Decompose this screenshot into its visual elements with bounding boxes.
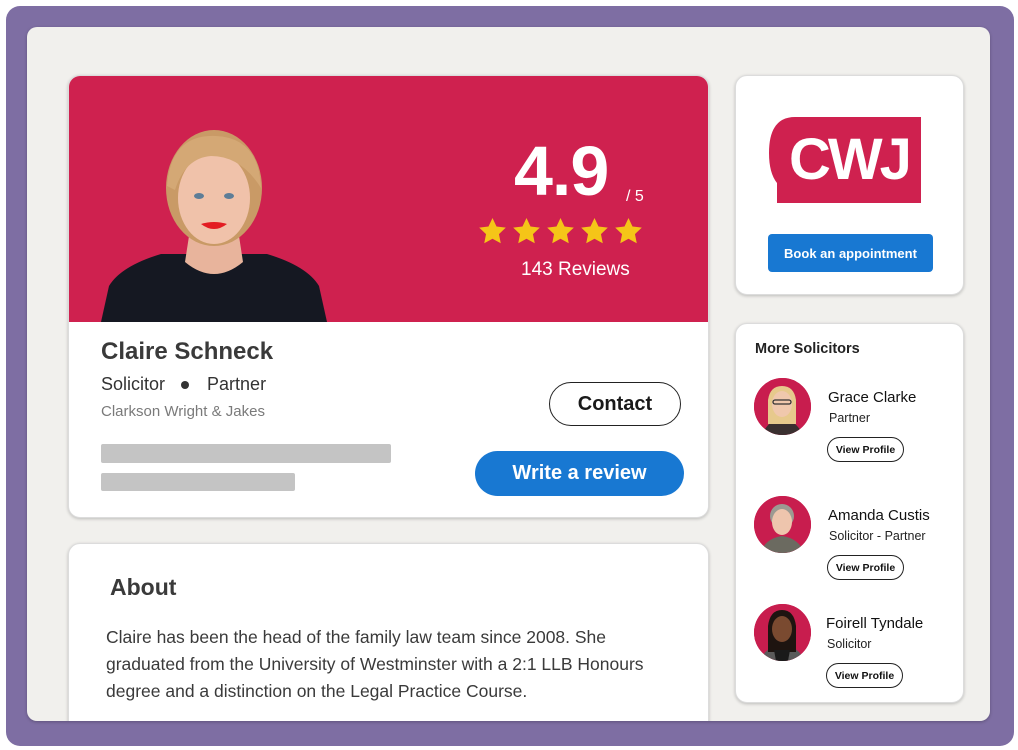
write-review-button[interactable]: Write a review bbox=[475, 451, 684, 496]
profile-card: 4.9 / 5 143 Reviews Claire Schneck Solic… bbox=[68, 75, 709, 518]
solicitor-name[interactable]: Amanda Custis bbox=[828, 507, 930, 524]
profile-firm: Clarkson Wright & Jakes bbox=[101, 403, 265, 420]
star-icon bbox=[547, 217, 574, 244]
about-card: About Claire has been the head of the fa… bbox=[68, 543, 709, 721]
about-title: About bbox=[110, 574, 177, 600]
profile-role: Solicitor bbox=[101, 374, 166, 394]
solicitor-name[interactable]: Grace Clarke bbox=[828, 389, 916, 406]
star-icon bbox=[615, 217, 642, 244]
about-text: Claire has been the head of the family l… bbox=[106, 627, 644, 701]
profile-portrait bbox=[101, 130, 327, 322]
avatar[interactable] bbox=[754, 496, 811, 553]
star-rating bbox=[477, 216, 644, 247]
contact-button[interactable]: Contact bbox=[549, 382, 681, 426]
profile-title: Partner bbox=[207, 374, 267, 394]
solicitor-item: Grace Clarke Partner View Profile bbox=[754, 378, 954, 468]
solicitor-item: Amanda Custis Solicitor - Partner View P… bbox=[754, 496, 954, 586]
profile-roles: Solicitor Partner bbox=[101, 374, 266, 395]
avatar[interactable] bbox=[754, 604, 811, 661]
star-icon bbox=[581, 217, 608, 244]
solicitor-role: Partner bbox=[829, 411, 870, 425]
more-solicitors-title: More Solicitors bbox=[755, 341, 860, 357]
star-icon bbox=[479, 217, 506, 244]
view-profile-button[interactable]: View Profile bbox=[826, 663, 903, 688]
page-canvas: 4.9 / 5 143 Reviews Claire Schneck Solic… bbox=[27, 27, 990, 721]
star-icon bbox=[513, 217, 540, 244]
logo-text: CWJ bbox=[789, 127, 909, 192]
separator-dot bbox=[181, 380, 190, 389]
profile-name: Claire Schneck bbox=[101, 338, 274, 365]
more-solicitors-card: More Solicitors Grace Clarke Partner Vie… bbox=[735, 323, 964, 703]
placeholder-line bbox=[101, 444, 391, 463]
profile-hero: 4.9 / 5 143 Reviews bbox=[69, 76, 708, 322]
view-profile-button[interactable]: View Profile bbox=[827, 555, 904, 580]
solicitor-role: Solicitor - Partner bbox=[829, 529, 926, 543]
placeholder-line bbox=[101, 473, 295, 491]
solicitor-role: Solicitor bbox=[827, 637, 872, 651]
solicitor-item: Foirell Tyndale Solicitor View Profile bbox=[754, 604, 954, 694]
view-profile-button[interactable]: View Profile bbox=[827, 437, 904, 462]
cwj-logo: CWJ bbox=[769, 117, 921, 203]
rating-value: 4.9 bbox=[514, 132, 609, 210]
book-appointment-button[interactable]: Book an appointment bbox=[768, 234, 933, 272]
firm-card: CWJ Book an appointment bbox=[735, 75, 964, 295]
rating-max: / 5 bbox=[626, 188, 644, 205]
review-count[interactable]: 143 Reviews bbox=[521, 259, 630, 281]
solicitor-name[interactable]: Foirell Tyndale bbox=[826, 615, 923, 632]
avatar[interactable] bbox=[754, 378, 811, 435]
